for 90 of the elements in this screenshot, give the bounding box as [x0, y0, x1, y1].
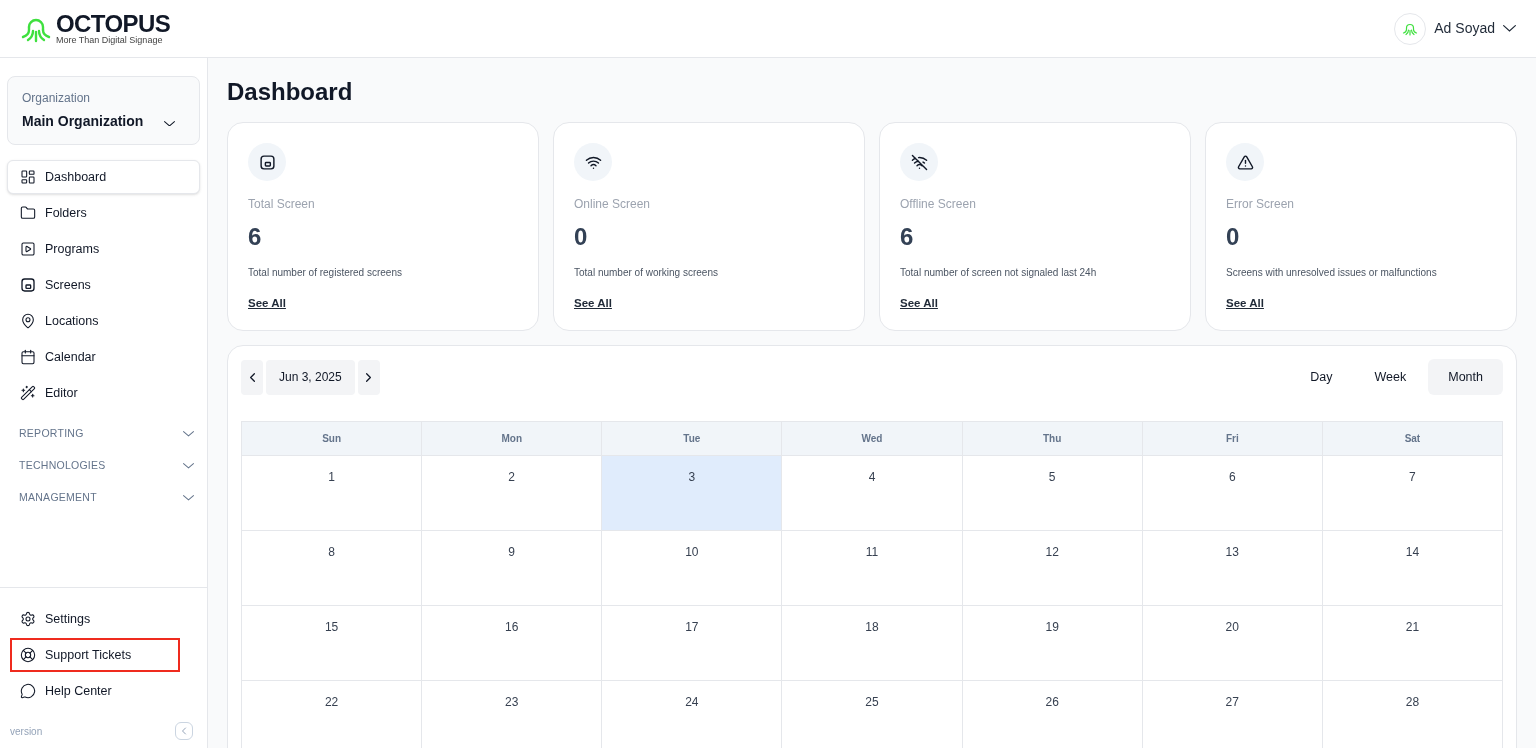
see-all-link[interactable]: See All [1226, 297, 1264, 309]
nav-item[interactable]: Settings [10, 602, 180, 636]
warning-icon [1236, 153, 1254, 171]
view-tab[interactable]: Day [1290, 359, 1353, 395]
play-square-icon [20, 241, 36, 257]
stat-value: 6 [248, 222, 263, 252]
nav-item[interactable]: Screens [7, 268, 200, 302]
weekday-header: Thu [962, 422, 1143, 456]
nav-item[interactable]: Folders [7, 196, 200, 230]
day-cell[interactable]: 10 [602, 531, 783, 606]
speech-bubble-icon [20, 683, 36, 699]
stat-title: Online Screen [574, 196, 652, 213]
weekday-header: Sun [242, 422, 423, 456]
nav-item[interactable]: Help Center [10, 674, 180, 708]
day-cell[interactable]: 8 [242, 531, 423, 606]
weekday-header: Mon [422, 422, 603, 456]
lifebuoy-icon [20, 647, 36, 663]
section-toggle[interactable]: REPORTING [7, 418, 200, 450]
map-pin-icon [20, 313, 36, 329]
day-cell[interactable]: 5 [962, 456, 1143, 531]
section-toggle[interactable]: MANAGEMENT [7, 482, 200, 514]
day-cell[interactable]: 7 [1322, 456, 1503, 531]
day-cell[interactable]: 16 [422, 606, 603, 681]
day-cell[interactable]: 14 [1322, 531, 1503, 606]
nav-item[interactable]: Programs [7, 232, 200, 266]
organization-selector[interactable]: Organization Main Organization [7, 76, 200, 145]
nav-item[interactable]: Locations [7, 304, 200, 338]
day-cell[interactable]: 20 [1142, 606, 1323, 681]
user-menu[interactable]: Ad Soyad [1394, 12, 1516, 45]
day-cell[interactable]: 3 [602, 456, 783, 531]
caret-icon [183, 463, 194, 469]
day-cell[interactable]: 11 [782, 531, 963, 606]
stat-description: Total number of registered screens [248, 266, 403, 280]
nav-item[interactable]: Support Tickets [10, 638, 180, 672]
page-title: Dashboard [227, 77, 354, 107]
weekday-header: Tue [602, 422, 783, 456]
day-cell[interactable]: 15 [242, 606, 423, 681]
settings-icon [20, 611, 36, 627]
day-cell[interactable]: 2 [422, 456, 603, 531]
stat-value: 0 [1226, 222, 1241, 252]
caret-icon [1503, 25, 1516, 32]
weekday-header: Sat [1322, 422, 1503, 456]
stat-description: Screens with unresolved issues or malfunctions [1226, 266, 1438, 280]
weekday-header: Fri [1142, 422, 1323, 456]
day-cell[interactable]: 21 [1322, 606, 1503, 681]
view-tab[interactable]: Week [1354, 359, 1427, 395]
nav-item[interactable]: Editor [7, 376, 200, 410]
folder-icon [20, 205, 36, 221]
dashboard-icon [20, 169, 36, 185]
screen-icon [20, 277, 36, 293]
see-all-link[interactable]: See All [248, 297, 286, 309]
stat-title: Error Screen [1226, 196, 1296, 213]
caret-icon [183, 495, 194, 501]
nav-item[interactable]: Dashboard [7, 160, 200, 194]
day-cell[interactable]: 9 [422, 531, 603, 606]
day-cell[interactable]: 4 [782, 456, 963, 531]
organization-label: Organization [22, 90, 92, 107]
previous-button[interactable] [241, 359, 263, 395]
stat-value: 0 [574, 222, 589, 252]
see-all-link[interactable]: See All [574, 297, 612, 309]
magic-wand-icon [20, 385, 36, 401]
date-picker-button[interactable]: Jun 3, 2025 [266, 359, 355, 395]
stat-title: Total Screen [248, 196, 316, 213]
day-cell[interactable]: 1 [242, 456, 423, 531]
day-cell[interactable]: 18 [782, 606, 963, 681]
screen-icon [258, 153, 276, 171]
day-cell[interactable]: 12 [962, 531, 1143, 606]
collapse-sidebar-button[interactable] [175, 722, 193, 740]
stat-value: 6 [900, 222, 915, 252]
version-label: version [10, 724, 43, 739]
caret-icon [164, 120, 175, 126]
weekday-header: Wed [782, 422, 963, 456]
day-cell[interactable]: 13 [1142, 531, 1323, 606]
day-cell[interactable]: 19 [962, 606, 1143, 681]
stat-description: Total number of working screens [574, 266, 719, 280]
next-button[interactable] [357, 359, 380, 395]
wifi-off-icon [910, 153, 928, 171]
stat-title: Offline Screen [900, 196, 977, 213]
stat-description: Total number of screen not signaled last 24h [900, 266, 1098, 280]
day-cell[interactable]: 17 [602, 606, 783, 681]
logo-wordmark: OCTOPUS [56, 12, 171, 36]
nav-item[interactable]: Calendar [7, 340, 200, 374]
organization-name: Main Organization [22, 112, 144, 131]
logo-tagline: More Than Digital Signage [56, 36, 164, 45]
caret-icon [183, 431, 194, 437]
section-toggle[interactable]: TECHNOLOGIES [7, 450, 200, 482]
calendar-icon [20, 349, 36, 365]
see-all-link[interactable]: See All [900, 297, 938, 309]
view-tab[interactable]: Month [1428, 359, 1503, 395]
day-cell[interactable]: 6 [1142, 456, 1323, 531]
